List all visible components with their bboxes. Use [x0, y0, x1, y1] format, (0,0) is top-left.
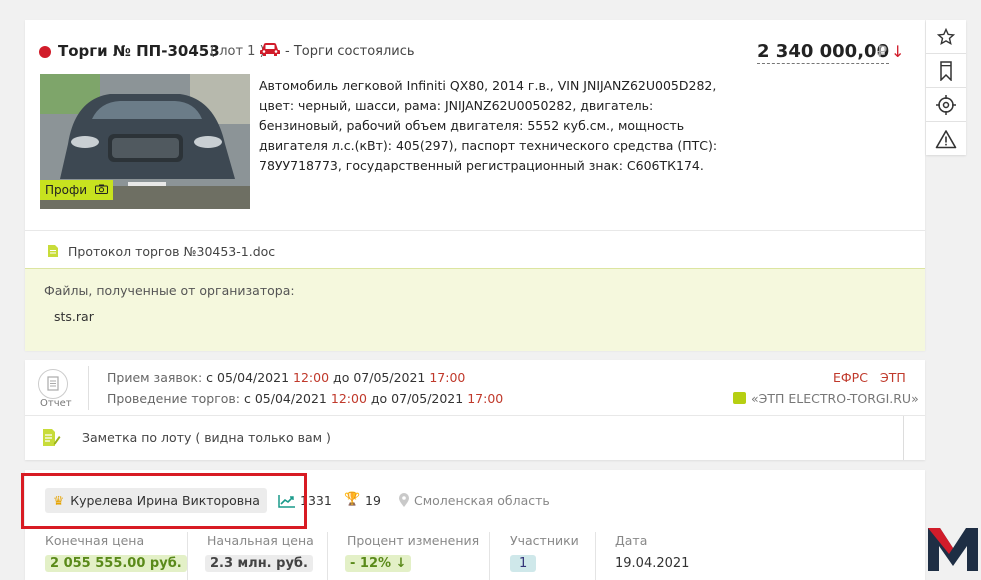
- participants-header: Участники: [510, 533, 579, 548]
- divider: [187, 532, 188, 580]
- change-percent-header: Процент изменения: [347, 533, 480, 548]
- report-icon[interactable]: [38, 369, 68, 399]
- lot-card: Торги № ПП-30453 ( лот 1 ) - Торги состо…: [25, 20, 925, 351]
- date-prefix: до: [333, 370, 350, 385]
- lot-number: ( лот 1 ): [210, 44, 265, 59]
- lot-description: Автомобиль легковой Infiniti QX80, 2014 …: [259, 78, 718, 173]
- date-value: 05/04/2021: [217, 370, 290, 385]
- target-icon[interactable]: [926, 88, 966, 122]
- date-value: 05/04/2021: [254, 391, 327, 406]
- status-dot: [39, 46, 51, 58]
- bookmark-icon[interactable]: [926, 54, 966, 88]
- arrow-down-icon: ↓: [891, 42, 905, 61]
- lot-note-field[interactable]: Заметка по лоту ( видна только вам ): [82, 430, 331, 445]
- time-value: 12:00: [330, 391, 367, 406]
- brand-logo: [926, 522, 981, 575]
- applications-label: Прием заявок:: [107, 370, 203, 385]
- warning-icon[interactable]: [926, 122, 966, 155]
- divider: [327, 532, 328, 580]
- trophy-icon: 🏆: [344, 492, 361, 507]
- final-price-header: Конечная цена: [45, 533, 145, 548]
- camera-icon: [94, 183, 108, 197]
- final-price-value: 2 055 555.00 руб.: [45, 555, 187, 572]
- files-label: Файлы, полученные от организатора:: [44, 283, 295, 298]
- participants-value: 1: [510, 555, 537, 572]
- profi-badge: Профи: [40, 180, 113, 200]
- organizer-files-panel: Файлы, полученные от организатора: sts.r…: [25, 268, 925, 351]
- start-price-header: Начальная цена: [207, 533, 314, 548]
- divider: [489, 532, 490, 580]
- lot-title[interactable]: Торги № ПП-30453: [58, 42, 220, 60]
- check-bag-icon: [733, 392, 746, 404]
- note-edit-icon: [41, 428, 61, 452]
- divider: [25, 415, 925, 416]
- winner-wins: 19: [365, 493, 381, 508]
- divider: [595, 532, 596, 580]
- start-price-value: 2.3 млн. руб.: [205, 555, 313, 572]
- applications-row: Прием заявок: с 05/04/2021 12:00 до 07/0…: [107, 370, 465, 385]
- date-prefix: с: [243, 391, 251, 406]
- auction-label: Проведение торгов:: [107, 391, 240, 406]
- time-value: 17:00: [467, 391, 504, 406]
- star-icon[interactable]: [926, 20, 966, 54]
- efrs-link[interactable]: ЕФРС: [833, 370, 868, 385]
- currency-sign: ₽: [877, 42, 888, 61]
- lot-price: 2 340 000,00: [757, 41, 890, 64]
- time-value: 17:00: [429, 370, 466, 385]
- car-icon: [259, 41, 281, 61]
- date-prefix: до: [370, 391, 388, 406]
- etp-link[interactable]: ЭТП: [880, 370, 906, 385]
- dates-card: Отчет Прием заявок: с 05/04/2021 12:00 д…: [25, 360, 925, 460]
- lot-photo[interactable]: Профи: [40, 74, 250, 209]
- lot-status: - Торги состоялись: [285, 44, 415, 59]
- divider: [903, 416, 904, 460]
- time-value: 12:00: [293, 370, 330, 385]
- divider: [88, 366, 89, 410]
- date-header: Дата: [615, 533, 648, 548]
- side-toolbar: [926, 20, 966, 155]
- profi-label: Профи: [45, 183, 88, 197]
- report-label: Отчет: [40, 398, 72, 409]
- date-value: 07/05/2021: [391, 391, 464, 406]
- divider: [25, 230, 925, 231]
- date-value: 07/05/2021: [353, 370, 426, 385]
- protocol-link[interactable]: Протокол торгов №30453-1.doc: [68, 244, 275, 259]
- auction-row: Проведение торгов: с 05/04/2021 12:00 до…: [107, 391, 503, 406]
- file-link[interactable]: sts.rar: [54, 309, 94, 324]
- highlight-box: [21, 473, 307, 529]
- winner-region: Смоленская область: [414, 493, 550, 508]
- change-percent-value: - 12% ↓: [345, 555, 412, 572]
- date-prefix: с: [206, 370, 214, 385]
- date-value: 19.04.2021: [615, 556, 690, 571]
- document-icon: [47, 243, 59, 262]
- location-pin-icon: [398, 493, 410, 512]
- etp-platform-link[interactable]: «ЭТП ELECTRO-TORGI.RU»: [751, 391, 919, 406]
